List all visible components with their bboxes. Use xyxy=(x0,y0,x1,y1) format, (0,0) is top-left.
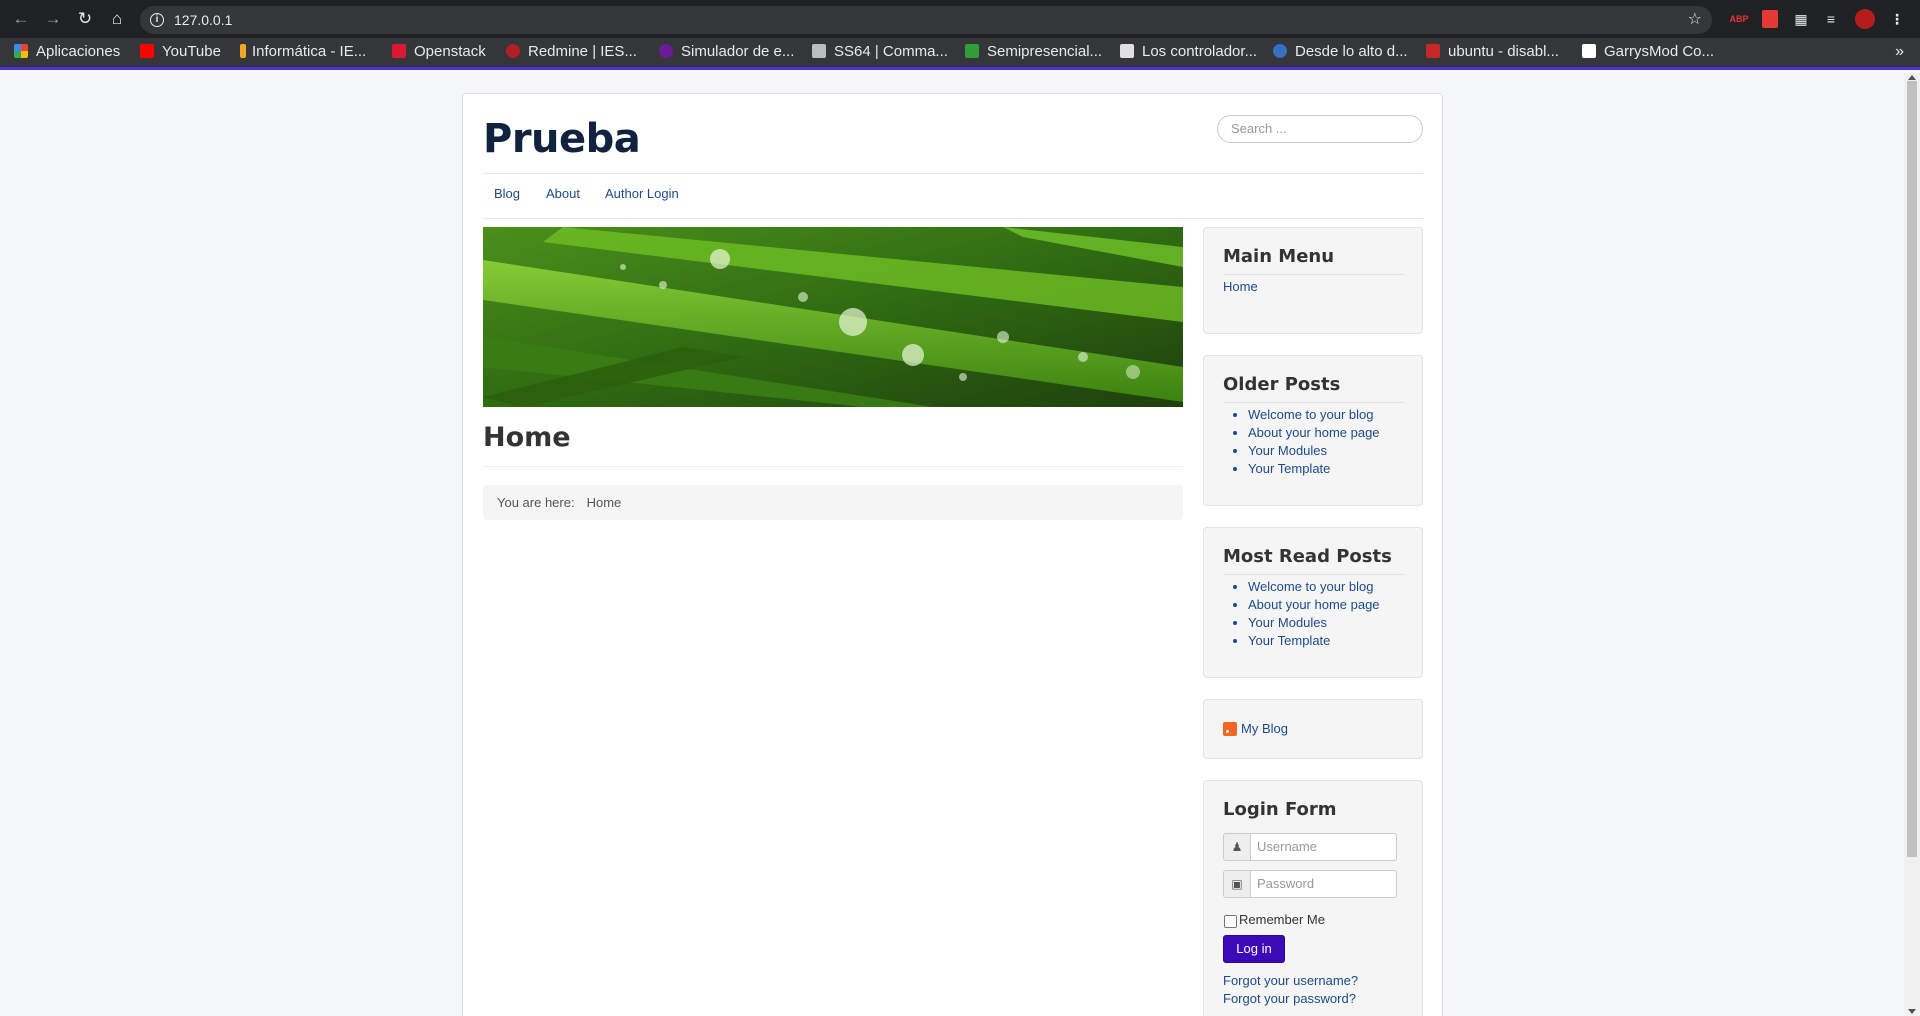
bookmark-item[interactable]: YouTube xyxy=(140,38,221,70)
main-menu-item-home[interactable]: Home xyxy=(1223,279,1258,294)
address-bar[interactable]: i 127.0.0.1 ☆ xyxy=(140,6,1712,34)
header-divider xyxy=(483,173,1423,174)
forward-icon[interactable]: → xyxy=(43,9,63,29)
site-favicon-icon xyxy=(240,44,246,58)
older-posts-list: Welcome to your blog About your home pag… xyxy=(1248,406,1380,478)
list-item: About your home page xyxy=(1248,596,1380,614)
remember-me-checkbox[interactable] xyxy=(1224,915,1237,928)
bookmark-item[interactable]: SS64 | Comma... xyxy=(812,38,948,70)
password-field[interactable]: ▣ Password xyxy=(1223,870,1397,898)
list-item: Your Template xyxy=(1248,632,1380,650)
page-scrollbar[interactable] xyxy=(1904,73,1920,1016)
url-text: 127.0.0.1 xyxy=(174,12,233,28)
breadcrumb-current: Home xyxy=(586,495,622,510)
page-icon xyxy=(1120,44,1134,58)
nav-blog[interactable]: Blog xyxy=(494,186,520,201)
apps-grid-icon xyxy=(14,44,28,58)
browser-toolbar: ← → ↻ ⌂ i 127.0.0.1 ☆ ABP ▦ ≡ ⋮ xyxy=(0,0,1920,38)
list-item: Your Template xyxy=(1248,460,1380,478)
bookmark-star-icon[interactable]: ☆ xyxy=(1688,6,1702,34)
main-menu-title: Main Menu xyxy=(1223,246,1335,267)
scrollbar-thumb[interactable] xyxy=(1907,81,1917,857)
browser-menu-icon[interactable]: ⋮ xyxy=(1890,10,1904,28)
page-title: Home xyxy=(483,422,571,453)
more-bookmarks-icon[interactable]: » xyxy=(1895,38,1904,66)
breadcrumb-prefix: You are here: xyxy=(497,495,575,510)
rss-icon xyxy=(1223,722,1237,736)
scroll-down-icon[interactable] xyxy=(1908,1009,1916,1014)
forgot-username-link[interactable]: Forgot your username? xyxy=(1223,973,1358,988)
profile-avatar[interactable] xyxy=(1855,9,1875,29)
ubuntu-forum-icon xyxy=(1426,44,1440,58)
bookmark-item[interactable]: Openstack xyxy=(392,38,486,70)
lock-icon: ▣ xyxy=(1223,870,1251,898)
title-divider xyxy=(483,466,1183,467)
home-icon[interactable]: ⌂ xyxy=(107,9,127,29)
bookmarks-bar: Aplicaciones YouTube Informática - IE...… xyxy=(0,38,1920,70)
media-queue-icon[interactable]: ≡ xyxy=(1822,10,1840,28)
youtube-icon xyxy=(140,44,154,58)
most-read-list: Welcome to your blog About your home pag… xyxy=(1248,578,1380,650)
page-viewport: Prueba Search ... Blog About Author Logi… xyxy=(0,73,1904,1016)
breadcrumb: You are here: Home xyxy=(483,485,1183,520)
scroll-up-icon[interactable] xyxy=(1908,75,1916,80)
extension-icon[interactable] xyxy=(1762,10,1778,28)
login-title: Login Form xyxy=(1223,799,1337,820)
bookmark-item[interactable]: Aplicaciones xyxy=(14,38,120,70)
bookmark-item[interactable]: Simulador de e... xyxy=(659,38,794,70)
feed-link[interactable]: My Blog xyxy=(1223,720,1288,738)
bookmark-item[interactable]: Los controlador... xyxy=(1120,38,1257,70)
remember-me-label: Remember Me xyxy=(1239,912,1325,927)
password-input[interactable]: Password xyxy=(1250,870,1397,898)
feed-module: My Blog xyxy=(1203,699,1423,759)
nav-about[interactable]: About xyxy=(546,186,580,201)
reload-icon[interactable]: ↻ xyxy=(75,9,95,29)
bookmark-item[interactable]: Informática - IE... xyxy=(240,38,366,70)
site-info-icon[interactable]: i xyxy=(150,13,164,27)
bookmark-item[interactable]: Desde lo alto d... xyxy=(1273,38,1408,70)
username-input[interactable]: Username xyxy=(1250,833,1397,861)
user-icon: ♟ xyxy=(1223,833,1251,861)
puzzle-extensions-icon[interactable]: ▦ xyxy=(1792,10,1810,28)
nav-author-login[interactable]: Author Login xyxy=(605,186,679,201)
openstack-icon xyxy=(392,44,406,58)
site-container: Prueba Search ... Blog About Author Logi… xyxy=(462,93,1443,1016)
ss64-icon xyxy=(812,44,826,58)
main-menu-module: Main Menu Home xyxy=(1203,227,1423,334)
bookmark-item[interactable]: Redmine | IES... xyxy=(506,38,637,70)
older-posts-title: Older Posts xyxy=(1223,374,1341,395)
banner-image xyxy=(483,227,1183,407)
login-module: Login Form ♟ Username ▣ Password Remembe… xyxy=(1203,780,1423,1016)
nav-divider xyxy=(483,218,1423,219)
site-brand[interactable]: Prueba xyxy=(483,116,641,162)
semipresencial-icon xyxy=(965,44,979,58)
list-item: About your home page xyxy=(1248,424,1380,442)
older-posts-module: Older Posts Welcome to your blog About y… xyxy=(1203,355,1423,506)
forgot-password-link[interactable]: Forgot your password? xyxy=(1223,991,1356,1006)
most-read-title: Most Read Posts xyxy=(1223,546,1392,567)
list-item: Welcome to your blog xyxy=(1248,406,1380,424)
adblock-extension-icon[interactable]: ABP xyxy=(1729,10,1749,28)
bookmark-item[interactable]: Semipresencial... xyxy=(965,38,1102,70)
bookmark-item[interactable]: ubuntu - disabl... xyxy=(1426,38,1559,70)
back-icon[interactable]: ← xyxy=(11,9,31,29)
list-item: Your Modules xyxy=(1248,442,1380,460)
bookmark-item[interactable]: GarrysMod Co... xyxy=(1582,38,1714,70)
wordpress-icon xyxy=(1273,44,1287,58)
wiki-icon xyxy=(1582,44,1596,58)
username-field[interactable]: ♟ Username xyxy=(1223,833,1397,861)
list-item: Your Modules xyxy=(1248,614,1380,632)
login-button[interactable]: Log in xyxy=(1223,935,1285,963)
list-item: Welcome to your blog xyxy=(1248,578,1380,596)
search-input[interactable]: Search ... xyxy=(1217,115,1423,143)
most-read-module: Most Read Posts Welcome to your blog Abo… xyxy=(1203,527,1423,678)
simulator-icon xyxy=(659,44,673,58)
redmine-icon xyxy=(506,44,520,58)
